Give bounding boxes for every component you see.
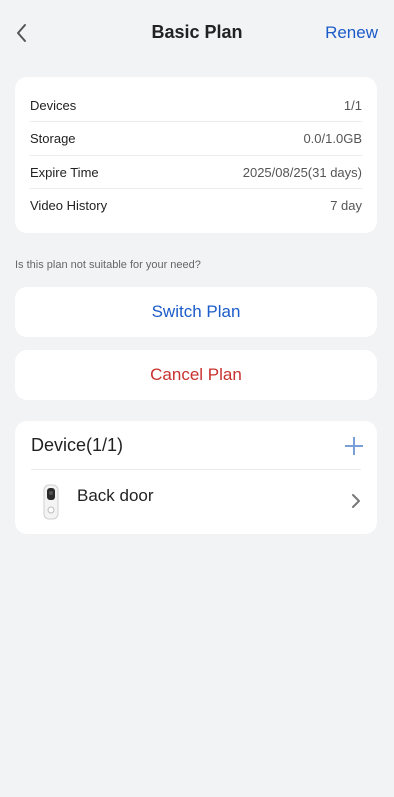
renew-button[interactable]: Renew bbox=[325, 23, 378, 43]
device-section-title: Device(1/1) bbox=[31, 435, 124, 455]
info-value: 7 day bbox=[330, 198, 362, 213]
device-card: Device(1/1) Back door bbox=[15, 421, 377, 534]
plan-hint-text: Is this plan not suitable for your need? bbox=[15, 259, 201, 271]
info-label: Video History bbox=[30, 198, 108, 213]
device-list-item[interactable]: Back door bbox=[15, 470, 377, 534]
switch-plan-button[interactable]: Switch Plan bbox=[15, 287, 377, 337]
info-value: 0.0/1.0GB bbox=[303, 131, 362, 146]
plan-info-card: Devices 1/1 Storage 0.0/1.0GB Expire Tim… bbox=[15, 77, 377, 233]
device-name: Back door bbox=[77, 486, 154, 505]
info-value: 1/1 bbox=[343, 98, 362, 113]
doorbell-camera-icon bbox=[43, 484, 59, 520]
info-row-video-history: Video History 7 day bbox=[30, 189, 362, 222]
info-label: Devices bbox=[30, 98, 77, 113]
add-device-button[interactable] bbox=[343, 435, 365, 457]
plus-icon bbox=[345, 437, 363, 455]
cancel-plan-button[interactable]: Cancel Plan bbox=[15, 350, 377, 400]
info-value: 2025/08/25(31 days) bbox=[242, 165, 362, 180]
info-row-expire-time: Expire Time 2025/08/25(31 days) bbox=[30, 156, 362, 189]
chevron-right-icon bbox=[352, 494, 360, 508]
info-label: Expire Time bbox=[30, 165, 99, 180]
info-row-storage: Storage 0.0/1.0GB bbox=[30, 122, 362, 155]
info-row-devices: Devices 1/1 bbox=[30, 89, 362, 122]
info-label: Storage bbox=[30, 131, 76, 146]
top-nav-bar: Basic Plan Renew bbox=[0, 0, 394, 66]
